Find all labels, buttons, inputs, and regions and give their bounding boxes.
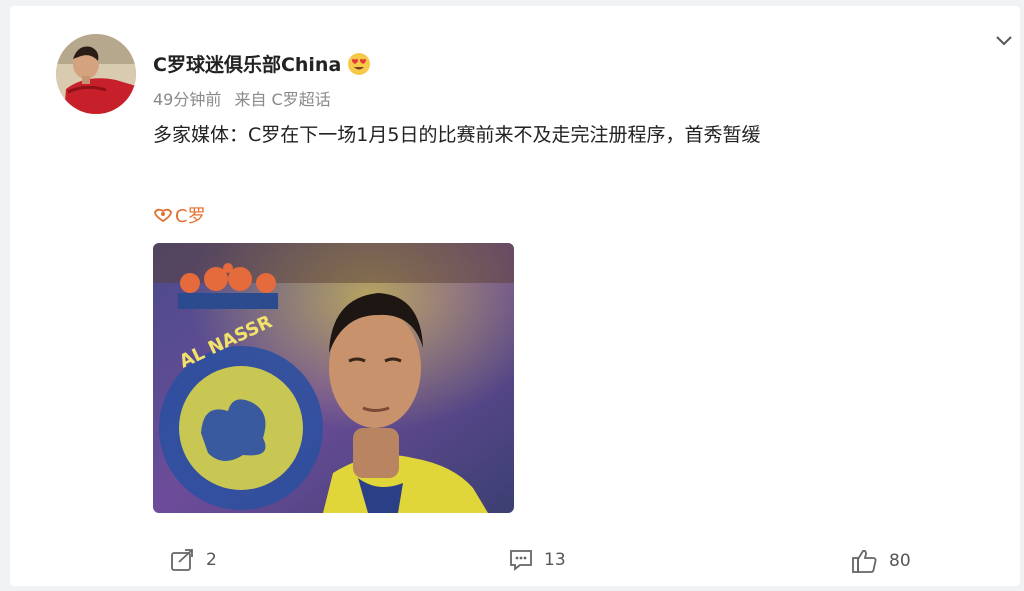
like-count: 80 [889,551,911,571]
weibo-post-card: C罗球迷俱乐部China 49分钟前 来自 C罗超话 多家媒体：C罗在下一场1月… [10,6,1020,586]
avatar[interactable] [56,34,136,114]
comment-icon [510,550,532,571]
chevron-down-icon[interactable] [994,34,1014,48]
thumbs-up-icon [852,549,877,573]
post-time[interactable]: 49分钟前 [153,90,221,109]
like-button[interactable]: 80 [851,548,911,574]
post-text: 多家媒体：C罗在下一场1月5日的比赛前来不及走完注册程序，首秀暂缓 [153,124,761,146]
supertopic-link[interactable]: C罗 [153,202,206,228]
share-icon [171,549,193,571]
supertopic-label[interactable]: C罗 [175,202,206,228]
post-author[interactable]: C罗球迷俱乐部China [153,50,371,77]
share-count: 2 [206,550,217,570]
heart-eyes-emoji-icon [348,52,371,75]
username-label[interactable]: C罗球迷俱乐部China [153,50,341,77]
comment-button[interactable]: 13 [508,548,566,572]
share-button[interactable]: 2 [170,548,217,572]
post-meta: 49分钟前 来自 C罗超话 [153,86,339,110]
post-source[interactable]: 来自 C罗超话 [234,90,330,109]
comment-count: 13 [544,550,566,570]
supertopic-icon [154,208,172,223]
post-image[interactable]: AL NASSR [153,243,514,513]
